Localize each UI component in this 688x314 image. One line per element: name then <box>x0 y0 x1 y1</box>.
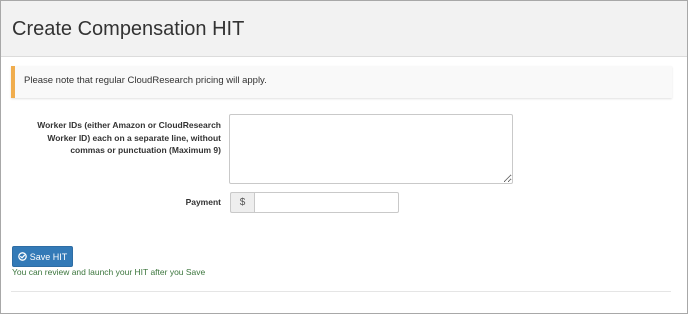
pricing-alert-text: Please note that regular CloudResearch p… <box>24 75 267 86</box>
worker-ids-label: Worker IDs (either Amazon or CloudResear… <box>37 120 221 155</box>
form-divider <box>11 291 671 292</box>
currency-addon: $ <box>230 192 254 213</box>
pricing-alert: Please note that regular CloudResearch p… <box>11 66 672 98</box>
save-hint: You can review and launch your HIT after… <box>12 267 206 277</box>
payment-input[interactable] <box>254 192 399 213</box>
compensation-hit-page: Create Compensation HIT Please note that… <box>0 0 688 314</box>
payment-input-group: $ <box>230 192 399 213</box>
page-title: Create Compensation HIT <box>12 18 245 40</box>
worker-ids-textarea[interactable] <box>229 114 513 184</box>
check-circle-icon <box>17 252 27 261</box>
save-hit-button[interactable]: Save HIT <box>12 246 73 267</box>
page-header: Create Compensation HIT <box>1 1 687 57</box>
payment-label: Payment <box>185 197 221 207</box>
save-hit-label: Save HIT <box>29 251 68 262</box>
